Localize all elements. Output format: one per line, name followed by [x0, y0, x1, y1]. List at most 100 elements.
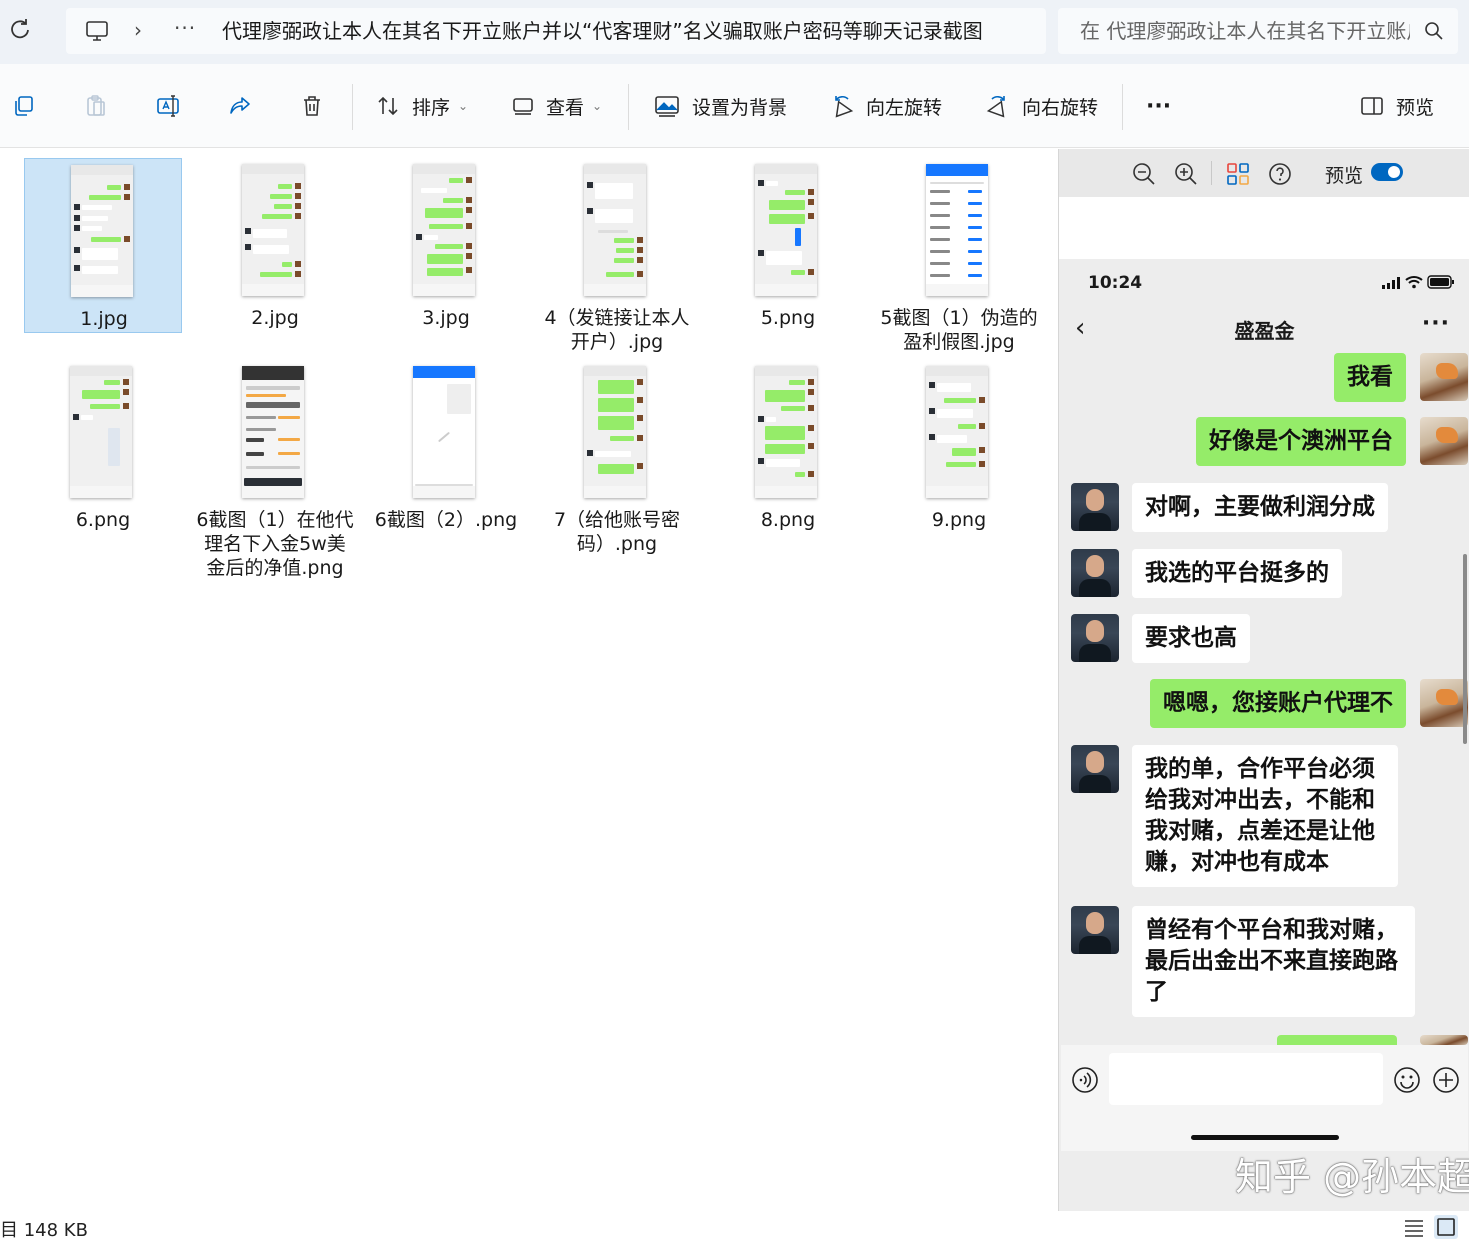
rotate-left-button[interactable]: 向左旋转 [830, 64, 942, 148]
contact-avatar [1071, 614, 1119, 662]
set-as-background-label: 设置为背景 [692, 96, 788, 119]
details-view-icon[interactable] [1402, 1215, 1426, 1239]
file-item[interactable]: 9.png [880, 360, 1038, 535]
file-thumbnail [755, 366, 817, 498]
chat-message-received: 要求也高 [1132, 614, 1250, 663]
rotate-left-icon [835, 95, 854, 118]
file-thumbnail [926, 164, 988, 296]
watermark-text: 知乎 @孙本超 [1235, 1155, 1469, 1199]
see-more-button[interactable]: ··· [1146, 64, 1171, 148]
toolbar-divider [1122, 84, 1123, 130]
toolbar-divider [352, 84, 353, 130]
my-avatar [1420, 353, 1468, 401]
chat-title: 盛盈金 [1234, 319, 1295, 343]
voice-icon [1072, 1067, 1098, 1093]
file-name: 6截图（2）.png [374, 509, 518, 531]
my-avatar [1420, 1035, 1468, 1045]
cellular-signal-icon [1382, 277, 1400, 289]
file-thumbnail [413, 366, 475, 498]
paste-icon [87, 95, 105, 116]
share-button[interactable] [228, 64, 252, 148]
preview-top-spacer [1059, 197, 1469, 259]
file-thumbnail [71, 165, 133, 297]
preview-scrollbar[interactable] [1463, 554, 1467, 744]
file-item[interactable]: 2.jpg [196, 158, 354, 333]
search-icon[interactable] [1424, 21, 1444, 41]
set-as-background-button[interactable]: 设置为背景 [654, 64, 787, 148]
breadcrumb-overflow-button[interactable]: ··· [174, 16, 196, 40]
preview-toolbar: 预览 [1059, 149, 1469, 197]
contact-avatar [1071, 906, 1119, 954]
zoom-in-icon[interactable] [1173, 161, 1199, 187]
status-bar: 目 148 KB [0, 1211, 1469, 1243]
share-icon [230, 97, 250, 114]
file-thumbnail [413, 164, 475, 296]
view-button[interactable]: 查看 ⌄ [512, 64, 602, 148]
chat-screenshot-preview: 10:24 ‹ 盛盈金 ··· 我看 好像是个澳洲平台 对啊，主要做利润分成 我… [1061, 259, 1468, 1151]
file-item[interactable]: 4（发链接让本人开户）.jpg [538, 158, 696, 358]
more-label: ··· [1146, 93, 1172, 119]
selection-size: 目 148 KB [0, 1220, 88, 1241]
file-name: 6截图（1）在他代理名下入金5w美金后的净值.png [196, 509, 354, 579]
file-name: 3.jpg [422, 307, 470, 329]
preview-toggle-switch[interactable] [1371, 163, 1403, 181]
rename-button[interactable] [156, 64, 182, 148]
tiles-view-icon [1437, 1218, 1455, 1236]
this-pc-icon[interactable] [84, 18, 110, 44]
chat-message-received: 对啊，主要做利润分成 [1132, 483, 1388, 532]
wifi-icon [1405, 276, 1423, 289]
chat-message-sent: 嗯嗯，您接账户代理不 [1150, 679, 1406, 728]
file-item[interactable]: 5截图（1）伪造的盈利假图.jpg [880, 158, 1038, 358]
refresh-icon[interactable] [8, 18, 32, 42]
view-label: 查看 [546, 96, 585, 119]
preview-pane: 预览 10:24 ‹ 盛盈金 ··· 我看 好像是个澳洲平台 对啊，主要做利润分… [1058, 149, 1469, 1211]
sort-icon [378, 96, 398, 116]
file-item[interactable]: 8.png [709, 360, 867, 535]
preview-toolbar-divider [1211, 161, 1212, 185]
rotate-left-label: 向左旋转 [866, 96, 943, 119]
chat-message-sent-partial [1277, 1035, 1397, 1045]
add-icon [1433, 1067, 1459, 1093]
search-box[interactable]: 在 代理廖弼政让本人在其名下开立账户并以“代客理财”名义骗取账户密码等聊天记录截… [1058, 8, 1458, 54]
zoom-out-icon[interactable] [1131, 161, 1157, 187]
trash-icon [304, 96, 320, 116]
delete-button[interactable] [300, 64, 324, 148]
preview-pane-toggle[interactable]: 预览 [1360, 64, 1434, 148]
file-item[interactable]: 6.png [24, 360, 182, 535]
file-name: 1.jpg [80, 308, 128, 330]
file-thumbnail [584, 164, 646, 296]
battery-icon [1427, 275, 1454, 289]
file-item[interactable]: 6截图（1）在他代理名下入金5w美金后的净值.png [196, 360, 354, 610]
file-name: 6.png [75, 509, 131, 531]
breadcrumb-current-folder[interactable]: 代理廖弼政让本人在其名下开立账户并以“代客理财”名义骗取账户密码等聊天记录截图 [222, 18, 1032, 44]
copy-button[interactable] [12, 64, 36, 148]
help-icon[interactable] [1267, 161, 1293, 187]
file-name: 5截图（1）伪造的盈利假图.jpg [880, 307, 1038, 353]
file-item[interactable]: 1.jpg [24, 158, 182, 333]
file-item[interactable]: 6截图（2）.png [367, 360, 525, 535]
paste-button[interactable] [84, 64, 108, 148]
my-avatar [1420, 679, 1468, 727]
breadcrumb[interactable]: › ··· 代理廖弼政让本人在其名下开立账户并以“代客理财”名义骗取账户密码等聊… [66, 8, 1046, 54]
chevron-right-icon[interactable]: › [134, 18, 142, 42]
contact-avatar [1071, 745, 1119, 793]
preview-pane-icon [1361, 97, 1383, 115]
file-item[interactable]: 5.png [709, 158, 867, 333]
sort-button[interactable]: 排序 ⌄ [376, 64, 468, 148]
emoji-icon [1394, 1067, 1420, 1093]
rotate-right-button[interactable]: 向右旋转 [986, 64, 1098, 148]
file-name: 2.jpg [251, 307, 299, 329]
chat-message-sent: 我看 [1334, 353, 1406, 402]
file-thumbnail [584, 366, 646, 498]
rotate-right-label: 向右旋转 [1022, 96, 1099, 119]
my-avatar [1420, 417, 1468, 465]
search-input[interactable]: 在 代理廖弼政让本人在其名下开立账户并以“代客理财”名义骗取账户密码等聊天记录截… [1080, 18, 1410, 44]
chevron-down-icon: ⌄ [458, 99, 469, 113]
file-item[interactable]: 3.jpg [367, 158, 525, 333]
phone-clock: 10:24 [1088, 273, 1143, 293]
apps-icon[interactable] [1225, 161, 1251, 187]
file-name: 4（发链接让本人开户）.jpg [544, 307, 690, 353]
tiles-view-button[interactable] [1434, 1215, 1458, 1239]
rename-icon [157, 95, 179, 117]
file-item[interactable]: 7（给他账号密码）.png [538, 360, 696, 560]
